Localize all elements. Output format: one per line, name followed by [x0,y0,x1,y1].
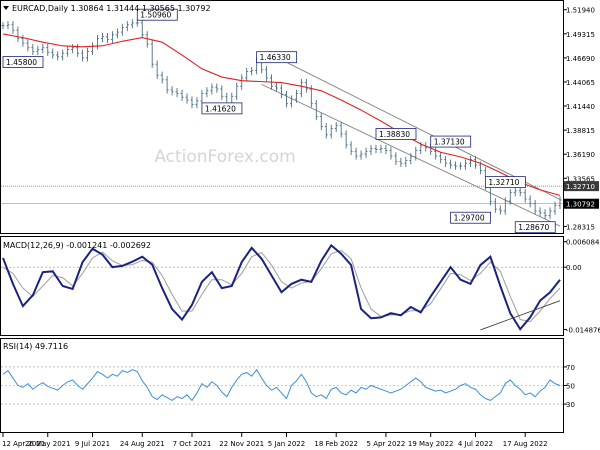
level-price-label: 1.32710 [566,183,595,191]
macd-panel-frame [0,236,564,336]
date-tick-label: 26 May 2021 [25,440,71,448]
date-tick-label: 7 Oct 2021 [173,440,212,448]
macd-axis: 0.006084 0.00 -0.014876 [563,239,600,334]
macd-tick-label: 0.006084 [566,239,600,247]
swing-label: 1.32710 [488,178,519,187]
date-tick-label: 18 Feb 2022 [314,440,358,448]
price-axis: 1.51940 1.49315 1.46690 1.44065 1.41440 1.388… [563,7,595,231]
date-axis: 12 Apr 202126 May 2021 9 Jul 2021 24 Aug 2… [2,433,548,448]
macd-tick-label: -0.014876 [566,326,600,334]
swing-label: 1.45800 [6,58,37,67]
chart-title: EURCAD,Daily 1.30864 1.31444 1.30565 1.3… [12,4,211,13]
rsi-axis: 70 50 30 [563,364,575,409]
price-tick-label: 1.44065 [566,79,595,87]
price-panel-frame [0,0,564,234]
rsi-tick-label: 70 [566,364,575,372]
swing-label: 1.41620 [205,104,236,113]
date-tick-label: 17 Aug 2022 [503,440,548,448]
swing-label: 1.37130 [434,138,465,147]
date-tick-label: 5 Jan 2022 [268,440,306,448]
swing-label: 1.29700 [454,214,485,223]
price-tick-label: 1.51940 [566,7,595,15]
price-tick-label: 1.38815 [566,127,595,135]
swing-label: 1.38830 [379,130,410,139]
date-tick-label: 9 Jul 2021 [75,440,110,448]
macd-tick-label: 0.00 [566,264,582,272]
current-price-label: 1.30792 [566,201,595,209]
rsi-tick-label: 30 [566,401,575,409]
date-tick-label: 24 Aug 2021 [120,440,165,448]
price-tick-label: 1.46690 [566,55,595,63]
macd-title: MACD(12,26,9) -0.001241 -0.002692 [3,241,151,250]
price-tick-label: 1.36190 [566,151,595,159]
date-tick-label: 22 Nov 2021 [219,440,264,448]
rsi-title: RSI(14) 49.7116 [3,342,68,351]
date-tick-label: 19 May 2022 [408,440,454,448]
date-tick-label: 5 Apr 2022 [367,440,406,448]
eurcad-chart: ActionForex.com 1.51940 1.49315 1.46690 1.4… [0,0,600,448]
price-tick-label: 1.28315 [566,223,595,231]
rsi-tick-label: 50 [566,383,575,391]
watermark: ActionForex.com [154,147,295,167]
swing-label: 1.28670 [518,223,549,232]
price-tick-label: 1.49315 [566,31,595,39]
date-tick-label: 4 Jul 2022 [458,440,493,448]
swing-label: 1.46330 [260,53,291,62]
price-tick-label: 1.41440 [566,103,595,111]
